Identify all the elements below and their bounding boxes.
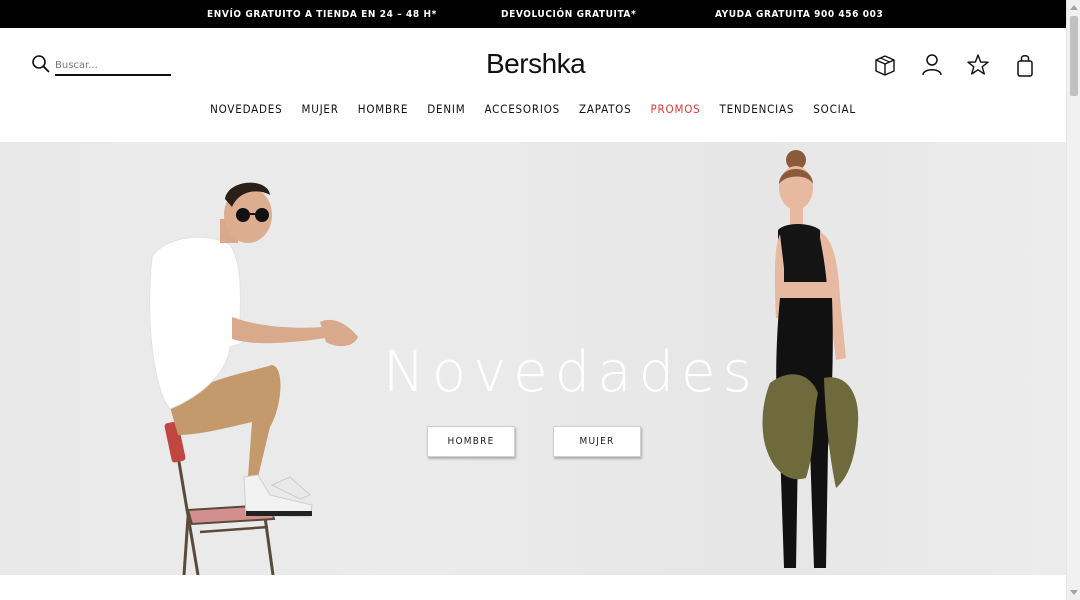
search-input[interactable] — [55, 56, 171, 76]
header-actions — [872, 52, 1042, 80]
box-icon[interactable] — [872, 52, 898, 78]
bag-icon[interactable] — [1012, 52, 1038, 78]
hero-model-man — [149, 182, 358, 575]
nav-item-novedades[interactable]: NOVEDADES — [210, 102, 282, 116]
scroll-up-icon[interactable] — [1070, 5, 1078, 10]
nav-item-tendencias[interactable]: TENDENCIAS — [720, 102, 795, 116]
scrollbar-thumb[interactable] — [1070, 16, 1078, 96]
help-promo[interactable]: AYUDA GRATUITA 900 456 003 — [715, 9, 883, 20]
nav-item-promos[interactable]: PROMOS — [651, 102, 701, 116]
shipping-promo[interactable]: ENVÍO GRATUITO A TIENDA EN 24 – 48 H* — [207, 9, 437, 20]
returns-promo[interactable]: DEVOLUCIÓN GRATUITA* — [501, 9, 636, 20]
hero-model-woman — [762, 150, 859, 568]
scroll-down-icon[interactable] — [1070, 590, 1078, 595]
site-header: Bershka NOVEDADES MUJER HOMBRE DENIM ACC… — [0, 28, 1066, 142]
content-below-fold — [0, 575, 1066, 600]
page-scrollbar[interactable] — [1066, 0, 1080, 600]
nav-item-zapatos[interactable]: ZAPATOS — [579, 102, 631, 116]
main-nav: NOVEDADES MUJER HOMBRE DENIM ACCESORIOS … — [0, 100, 1066, 118]
shop-men-button[interactable]: HOMBRE — [427, 426, 515, 457]
nav-item-mujer[interactable]: MUJER — [301, 102, 338, 116]
nav-item-denim[interactable]: DENIM — [427, 102, 465, 116]
hero-title: Novedades — [383, 340, 759, 405]
user-icon[interactable] — [919, 52, 945, 78]
nav-item-accesorios[interactable]: ACCESORIOS — [484, 102, 560, 116]
hero-banner[interactable]: Novedades HOMBRE MUJER — [0, 142, 1066, 575]
nav-item-hombre[interactable]: HOMBRE — [358, 102, 408, 116]
promo-bar: ENVÍO GRATUITO A TIENDA EN 24 – 48 H* DE… — [0, 0, 1066, 28]
nav-item-social[interactable]: SOCIAL — [813, 102, 856, 116]
search-icon[interactable] — [31, 54, 51, 74]
star-icon[interactable] — [965, 52, 991, 78]
shop-women-button[interactable]: MUJER — [553, 426, 641, 457]
brand-logo[interactable]: Bershka — [486, 48, 586, 80]
search-box — [31, 54, 171, 78]
